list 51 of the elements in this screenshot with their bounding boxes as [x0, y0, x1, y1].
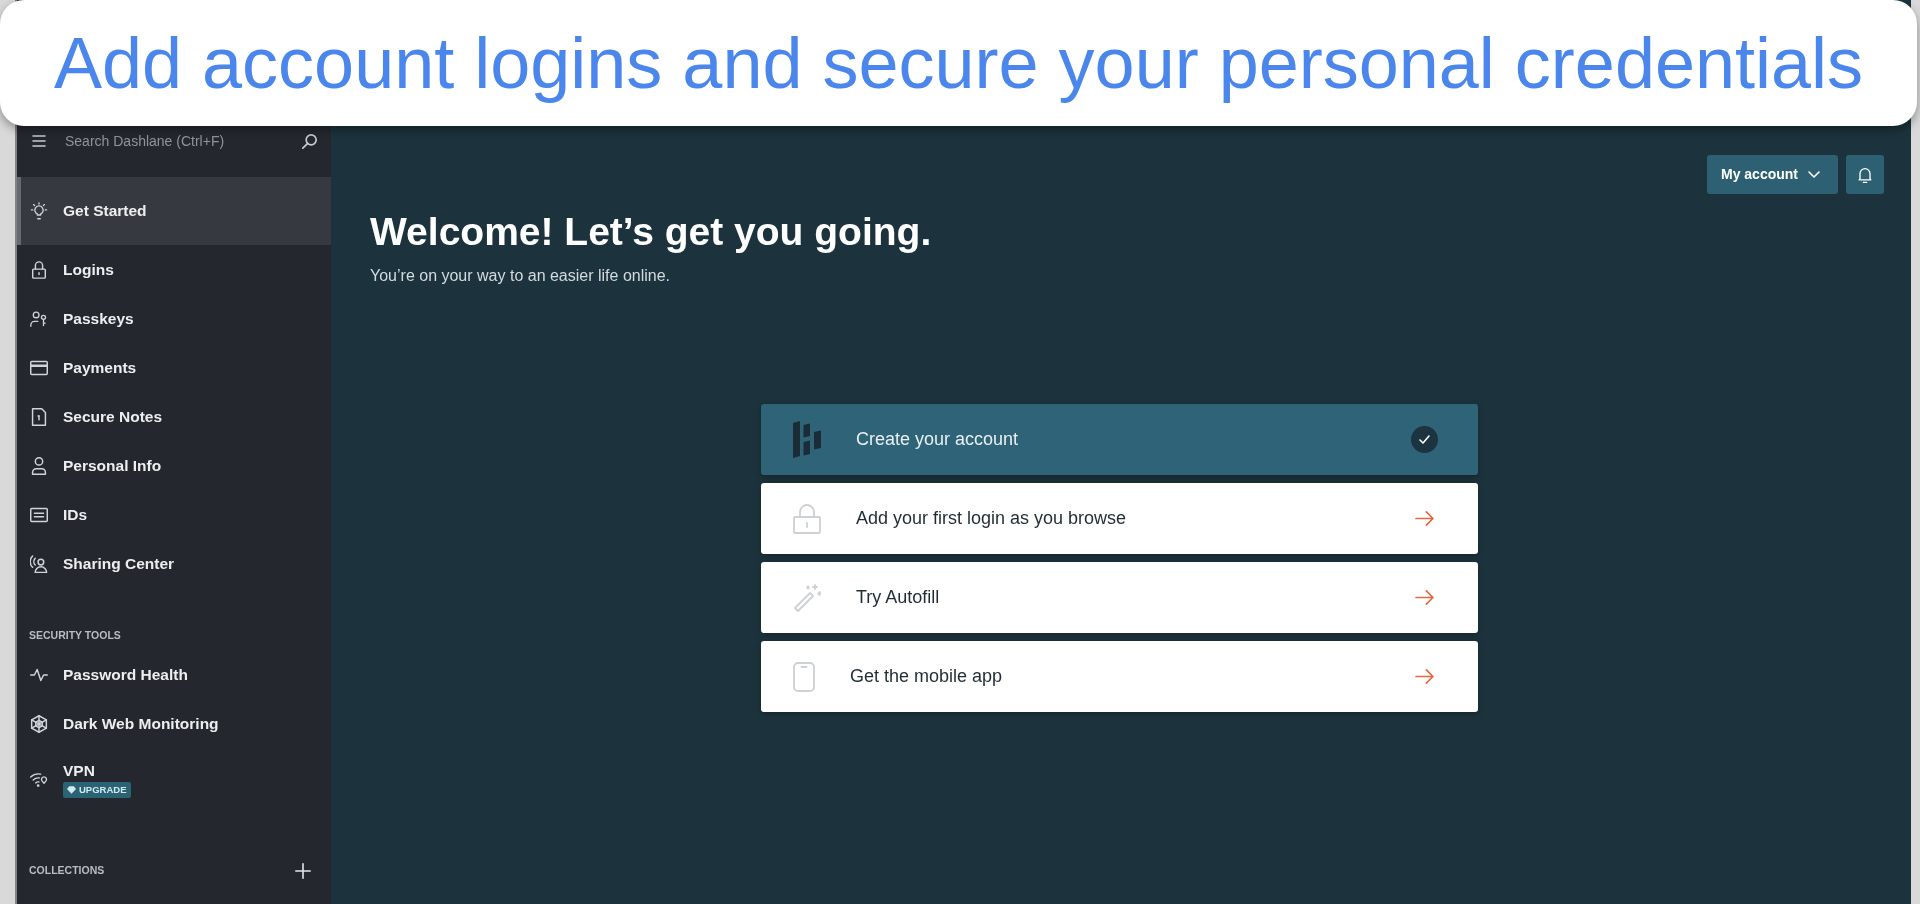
section-heading: SECURITY TOOLS: [29, 628, 121, 644]
notifications-button[interactable]: [1846, 155, 1884, 194]
sidebar-item[interactable]: Password Health: [17, 650, 331, 699]
sidebar-item[interactable]: Sharing Center: [17, 539, 331, 588]
search-button[interactable]: [302, 133, 317, 149]
sidebar-item[interactable]: IDs: [17, 490, 331, 539]
card-icon: [30, 358, 48, 377]
id-card-icon: [30, 505, 48, 524]
phone-icon: [793, 661, 815, 692]
caret-icon: [1808, 171, 1820, 178]
sidebar-item[interactable]: Passkeys: [17, 294, 331, 343]
arrow-icon: [1415, 669, 1434, 684]
arrow-icon: [1415, 590, 1434, 605]
sidebar-item[interactable]: Logins: [17, 245, 331, 294]
padlock-icon: [793, 503, 821, 534]
document-icon: [30, 407, 48, 426]
person-icon: [30, 456, 48, 475]
menu-icon: [32, 135, 46, 147]
sidebar-item[interactable]: VPN UPGRADE: [17, 748, 331, 812]
search-field[interactable]: Search Dashlane (Ctrl+F): [65, 128, 280, 154]
account-menu-button[interactable]: My account: [1707, 155, 1838, 194]
page-title: Welcome! Let’s get you going.: [370, 210, 933, 254]
step-card[interactable]: Create your account: [761, 404, 1478, 475]
wand-icon: [793, 583, 821, 612]
sidebar-item[interactable]: Payments: [17, 343, 331, 392]
plus-icon: [295, 863, 311, 879]
check-circle-icon: [1411, 426, 1438, 453]
sidebar-item[interactable]: Personal Info: [17, 441, 331, 490]
search-icon: [302, 133, 317, 149]
sidebar-item[interactable]: Get Started: [17, 177, 331, 245]
logo-icon: [793, 421, 821, 458]
step-card[interactable]: Add your first login as you browse: [761, 483, 1478, 554]
add-collection-button[interactable]: [295, 863, 311, 879]
step-card[interactable]: Try Autofill: [761, 562, 1478, 633]
sidebar-item[interactable]: Secure Notes: [17, 392, 331, 441]
upgrade-label: UPGRADE: [79, 785, 127, 795]
padlock-icon: [30, 260, 48, 279]
page-subtitle: You’re on your way to an easier life online.: [370, 266, 672, 286]
menu-button[interactable]: [32, 135, 46, 147]
bell-icon: [1858, 166, 1872, 183]
sidebar-item[interactable]: Dark Web Monitoring: [17, 699, 331, 748]
arrow-icon: [1415, 511, 1434, 526]
step-card[interactable]: Get the mobile app: [761, 641, 1478, 712]
caption-banner: Add account logins and secure your personal credentials: [0, 0, 1917, 126]
diamond-icon: [67, 786, 76, 794]
person-key-icon: [30, 309, 48, 328]
person-waves-icon: [30, 554, 48, 573]
lightbulb-icon: [30, 202, 48, 220]
section-heading: COLLECTIONS: [29, 863, 105, 879]
wifi-icon: [30, 771, 48, 789]
hexagon-web-icon: [30, 714, 48, 733]
